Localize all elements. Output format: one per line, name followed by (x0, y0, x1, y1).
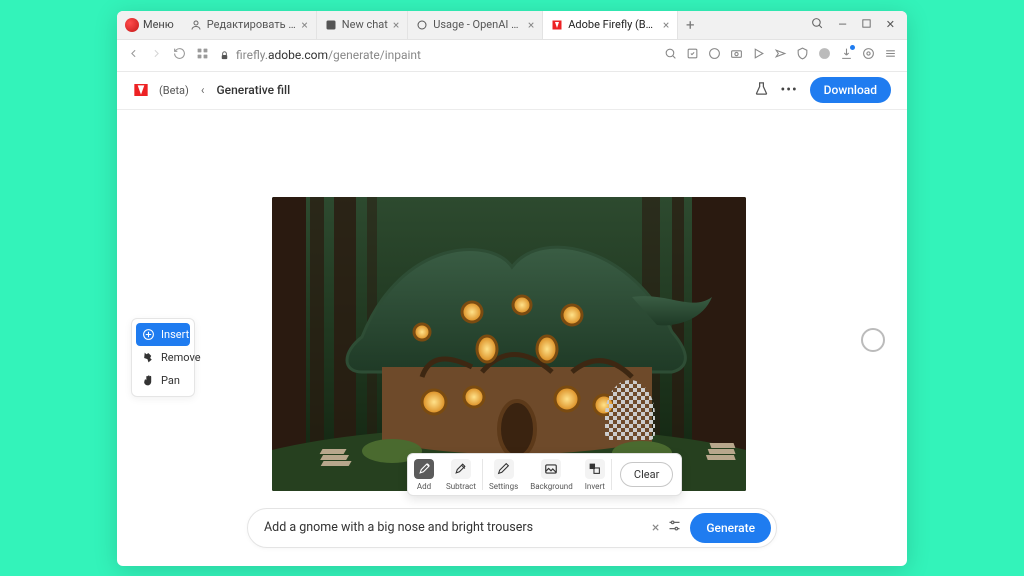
openai-icon (416, 19, 428, 31)
brush-invert[interactable]: Invert (579, 454, 611, 495)
url-box[interactable]: firefly.adobe.com/generate/inpaint (219, 48, 654, 62)
ext-icon[interactable] (752, 47, 765, 63)
download-button[interactable]: Download (810, 77, 891, 103)
back-icon[interactable] (127, 47, 140, 63)
tab-label: New chat (342, 18, 388, 31)
prompt-bar: × Generate (247, 508, 777, 548)
clear-prompt-icon[interactable]: × (652, 520, 659, 536)
beta-label: (Beta) (159, 84, 189, 97)
window-controls: — ✕ (799, 17, 907, 33)
generate-button[interactable]: Generate (690, 513, 771, 543)
adobe-icon (551, 19, 563, 31)
address-bar: firefly.adobe.com/generate/inpaint (117, 40, 907, 72)
brush-label: Subtract (446, 482, 476, 491)
ext-icon[interactable] (686, 47, 699, 63)
pan-icon (142, 374, 155, 387)
brush-label: Add (417, 482, 431, 491)
url-text: firefly.adobe.com/generate/inpaint (236, 48, 421, 62)
download-indicator-icon[interactable] (840, 47, 853, 63)
ext-icon[interactable] (730, 47, 743, 63)
adobe-logo-icon[interactable] (133, 82, 149, 98)
ext-icon[interactable] (862, 47, 875, 63)
clear-button[interactable]: Clear (620, 462, 673, 487)
beaker-icon[interactable] (754, 81, 769, 99)
brush-label: Settings (489, 482, 518, 491)
mode-remove[interactable]: Remove (136, 346, 190, 369)
lock-icon (219, 50, 230, 61)
divider (611, 459, 612, 490)
tab-edit-post[interactable]: Редактировать запись "M… × (182, 11, 317, 39)
mode-label: Pan (161, 374, 180, 387)
fairy-house-illustration (272, 197, 746, 491)
tab-label: Usage - OpenAI API (433, 18, 523, 31)
invert-icon (585, 459, 605, 479)
minimize-icon[interactable]: — (838, 18, 847, 31)
insert-icon (142, 328, 155, 341)
opera-logo-icon[interactable] (125, 18, 139, 32)
close-window-icon[interactable]: ✕ (886, 18, 895, 31)
extension-icons (664, 47, 897, 63)
titlebar: Меню Редактировать запись "M… × New chat… (117, 11, 907, 40)
canvas-image[interactable] (272, 197, 746, 491)
maximize-icon[interactable] (861, 18, 872, 32)
brush-subtract[interactable]: Subtract (440, 454, 482, 495)
breadcrumb[interactable]: Generative fill (216, 83, 290, 97)
close-icon[interactable]: × (393, 18, 399, 32)
brush-subtract-icon (451, 459, 471, 479)
close-icon[interactable]: × (528, 18, 534, 32)
ext-icon[interactable] (708, 47, 721, 63)
nav-icons (127, 47, 209, 63)
browser-menu-label[interactable]: Меню (143, 18, 174, 31)
mode-toolbar: Insert Remove Pan (131, 318, 195, 397)
brush-label: Background (530, 482, 573, 491)
prompt-settings-icon[interactable] (667, 518, 682, 537)
app-bar: (Beta) ‹ Generative fill ••• Download (117, 72, 907, 110)
browser-window: Меню Редактировать запись "M… × New chat… (117, 11, 907, 566)
ext-icon[interactable] (796, 47, 809, 63)
tab-label: Adobe Firefly (Beta) (568, 18, 658, 31)
user-icon (190, 19, 202, 31)
breadcrumb-back-icon[interactable]: ‹ (201, 83, 205, 97)
brush-label: Invert (585, 482, 605, 491)
mode-pan[interactable]: Pan (136, 369, 190, 392)
brush-toolbar: Add Subtract Settings Background Invert … (407, 453, 682, 496)
background-icon (541, 459, 561, 479)
ext-icon[interactable] (774, 47, 787, 63)
tab-new-chat[interactable]: New chat × (317, 11, 408, 39)
mode-label: Insert (161, 328, 189, 341)
ext-icon[interactable] (664, 47, 677, 63)
brush-add-icon (414, 459, 434, 479)
brush-settings-icon (494, 459, 514, 479)
tab-strip: Редактировать запись "M… × New chat × Us… (182, 11, 799, 39)
mode-label: Remove (161, 351, 201, 364)
new-tab-button[interactable]: + (678, 11, 702, 39)
tab-openai-usage[interactable]: Usage - OpenAI API × (408, 11, 543, 39)
tab-label: Редактировать запись "M… (207, 18, 297, 31)
mode-insert[interactable]: Insert (136, 323, 190, 346)
avatar-icon[interactable] (818, 47, 831, 63)
prompt-input[interactable] (264, 520, 644, 535)
reload-icon[interactable] (173, 47, 186, 63)
chat-icon (325, 19, 337, 31)
brush-background[interactable]: Background (524, 454, 579, 495)
close-icon[interactable]: × (663, 18, 669, 32)
brush-settings[interactable]: Settings (483, 454, 524, 495)
remove-icon (142, 351, 155, 364)
tab-adobe-firefly[interactable]: Adobe Firefly (Beta) × (543, 11, 678, 39)
brush-add[interactable]: Add (408, 454, 440, 495)
forward-icon[interactable] (150, 47, 163, 63)
search-icon[interactable] (811, 17, 824, 33)
more-menu-icon[interactable]: ••• (781, 82, 798, 98)
close-icon[interactable]: × (301, 18, 307, 32)
apps-icon[interactable] (196, 47, 209, 63)
canvas-stage: Insert Remove Pan Add Subtract (117, 110, 907, 508)
sidebar-toggle-icon[interactable] (884, 47, 897, 63)
brush-preview-circle[interactable] (861, 328, 885, 352)
